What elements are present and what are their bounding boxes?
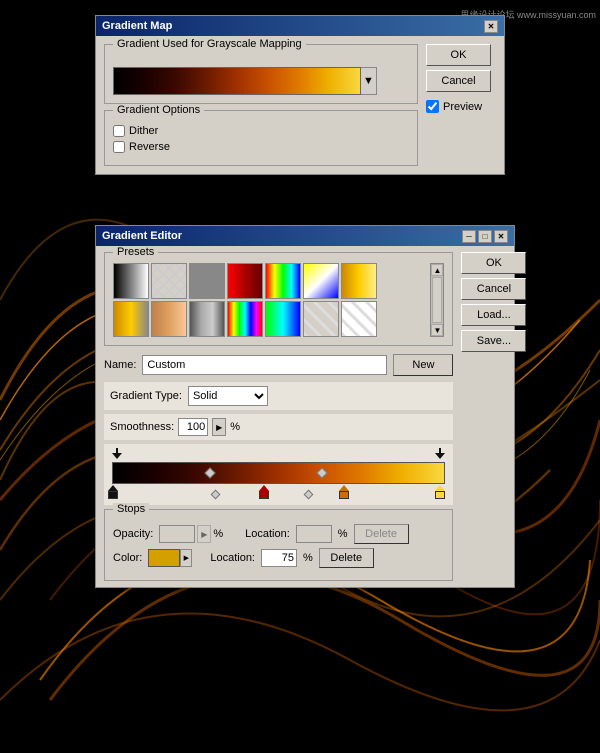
preview-label: Preview bbox=[443, 101, 482, 113]
preset-swatch-2[interactable] bbox=[151, 263, 187, 299]
smoothness-stepper[interactable]: ▶ bbox=[212, 418, 226, 436]
gradient-type-select[interactable]: Solid Noise bbox=[188, 386, 268, 406]
preset-swatch-14[interactable] bbox=[341, 301, 377, 337]
reverse-checkbox[interactable] bbox=[113, 141, 125, 153]
color-delete-button[interactable]: Delete bbox=[319, 548, 374, 568]
grayscale-gradient-preview[interactable] bbox=[113, 67, 361, 95]
preset-swatch-11[interactable] bbox=[227, 301, 263, 337]
preset-swatch-6[interactable] bbox=[303, 263, 339, 299]
preview-row: Preview bbox=[426, 100, 496, 113]
color-arrow-button[interactable]: ▶ bbox=[180, 549, 192, 567]
preset-swatch-3[interactable] bbox=[189, 263, 225, 299]
type-label: Gradient Type: bbox=[110, 390, 182, 402]
gradient-editor-titlebar: Gradient Editor ─ □ ✕ bbox=[96, 226, 514, 246]
color-stop-right[interactable] bbox=[435, 485, 445, 499]
cancel-button-gradient-map[interactable]: Cancel bbox=[426, 70, 491, 92]
dither-row: Dither bbox=[113, 125, 409, 137]
smoothness-label: Smoothness: bbox=[110, 421, 174, 433]
opacity-pct: % bbox=[213, 528, 223, 540]
gradient-map-title: Gradient Map bbox=[102, 20, 172, 32]
mid-diamond-1[interactable] bbox=[211, 490, 221, 500]
opacity-location-input bbox=[296, 525, 332, 543]
color-pct: % bbox=[303, 552, 313, 564]
maximize-button-editor[interactable]: □ bbox=[478, 230, 492, 243]
color-label: Color: bbox=[113, 552, 142, 564]
preset-swatch-9[interactable] bbox=[151, 301, 187, 337]
opacity-location-label: Location: bbox=[245, 528, 290, 540]
presets-scrollbar[interactable]: ▲ ▼ bbox=[430, 263, 444, 337]
scroll-up-arrow[interactable]: ▲ bbox=[431, 264, 443, 276]
diamond-marker-2[interactable] bbox=[317, 467, 328, 478]
preset-swatch-10[interactable] bbox=[189, 301, 225, 337]
smoothness-row: Smoothness: ▶ % bbox=[104, 414, 453, 440]
preset-swatch-5[interactable] bbox=[265, 263, 301, 299]
opacity-value-input bbox=[159, 525, 195, 543]
opacity-delete-button: Delete bbox=[354, 524, 409, 544]
opacity-marker-right[interactable] bbox=[435, 448, 445, 459]
scroll-thumb bbox=[432, 277, 442, 323]
preset-swatch-4[interactable] bbox=[227, 263, 263, 299]
color-location-input[interactable] bbox=[261, 549, 297, 567]
color-markers-row bbox=[112, 485, 445, 503]
save-button-editor[interactable]: Save... bbox=[461, 330, 526, 352]
stops-group: Stops Opacity: ▶ % Location: % Delete bbox=[104, 509, 453, 581]
reverse-label: Reverse bbox=[129, 141, 170, 153]
color-stop-row: Color: ▶ Location: % Delete bbox=[113, 548, 444, 568]
minimize-button-editor[interactable]: ─ bbox=[462, 230, 476, 243]
gradient-used-group: Gradient Used for Grayscale Mapping ▼ bbox=[104, 44, 418, 104]
new-button[interactable]: New bbox=[393, 354, 453, 376]
reverse-row: Reverse bbox=[113, 141, 409, 153]
gradient-editor-window: Gradient Editor ─ □ ✕ Presets bbox=[95, 225, 515, 588]
scroll-down-arrow[interactable]: ▼ bbox=[431, 324, 443, 336]
preset-swatch-7[interactable] bbox=[341, 263, 377, 299]
opacity-marker-left[interactable] bbox=[112, 448, 122, 459]
editor-right-buttons: OK Cancel Load... Save... bbox=[461, 252, 526, 581]
preset-swatch-1[interactable] bbox=[113, 263, 149, 299]
preset-swatch-12[interactable] bbox=[265, 301, 301, 337]
gradient-used-label: Gradient Used for Grayscale Mapping bbox=[113, 38, 306, 50]
stops-label: Stops bbox=[113, 503, 149, 515]
smoothness-input[interactable] bbox=[178, 418, 208, 436]
presets-label: Presets bbox=[113, 246, 158, 258]
opacity-stop-row: Opacity: ▶ % Location: % Delete bbox=[113, 524, 444, 544]
name-label: Name: bbox=[104, 359, 136, 371]
gradient-type-row: Gradient Type: Solid Noise bbox=[104, 382, 453, 410]
mid-diamond-2[interactable] bbox=[304, 490, 314, 500]
ok-button-gradient-map[interactable]: OK bbox=[426, 44, 491, 66]
preset-swatch-8[interactable] bbox=[113, 301, 149, 337]
name-input[interactable] bbox=[142, 355, 387, 375]
diamond-marker-1[interactable] bbox=[204, 467, 215, 478]
dither-label: Dither bbox=[129, 125, 158, 137]
presets-grid bbox=[113, 263, 430, 337]
gradient-strip-section bbox=[104, 444, 453, 505]
load-button-editor[interactable]: Load... bbox=[461, 304, 526, 326]
presets-group: Presets bbox=[104, 252, 453, 346]
opacity-loc-pct: % bbox=[338, 528, 348, 540]
gradient-options-label: Gradient Options bbox=[113, 104, 204, 116]
color-stop-orange[interactable] bbox=[339, 485, 349, 499]
name-row: Name: New bbox=[104, 354, 453, 376]
gradient-map-window: Gradient Map ✕ Gradient Used for Graysca… bbox=[95, 15, 505, 175]
color-stop-black[interactable] bbox=[108, 485, 118, 499]
gradient-editor-title: Gradient Editor bbox=[102, 230, 182, 242]
gradient-options-group: Gradient Options Dither Reverse bbox=[104, 110, 418, 166]
dither-checkbox[interactable] bbox=[113, 125, 125, 137]
close-button-gradient-map[interactable]: ✕ bbox=[484, 20, 498, 33]
close-button-editor[interactable]: ✕ bbox=[494, 230, 508, 243]
ok-button-editor[interactable]: OK bbox=[461, 252, 526, 274]
color-stop-red[interactable] bbox=[259, 485, 269, 499]
gradient-map-titlebar: Gradient Map ✕ bbox=[96, 16, 504, 36]
preview-checkbox[interactable] bbox=[426, 100, 439, 113]
color-swatch-button[interactable] bbox=[148, 549, 180, 567]
cancel-button-editor[interactable]: Cancel bbox=[461, 278, 526, 300]
smoothness-unit: % bbox=[230, 421, 240, 433]
color-location-label: Location: bbox=[210, 552, 255, 564]
gradient-dropdown-button[interactable]: ▼ bbox=[361, 67, 377, 95]
opacity-stepper: ▶ bbox=[197, 525, 211, 543]
opacity-label: Opacity: bbox=[113, 528, 153, 540]
preset-swatch-13[interactable] bbox=[303, 301, 339, 337]
gradient-editor-bar[interactable] bbox=[112, 462, 445, 484]
opacity-markers-row bbox=[112, 448, 445, 462]
